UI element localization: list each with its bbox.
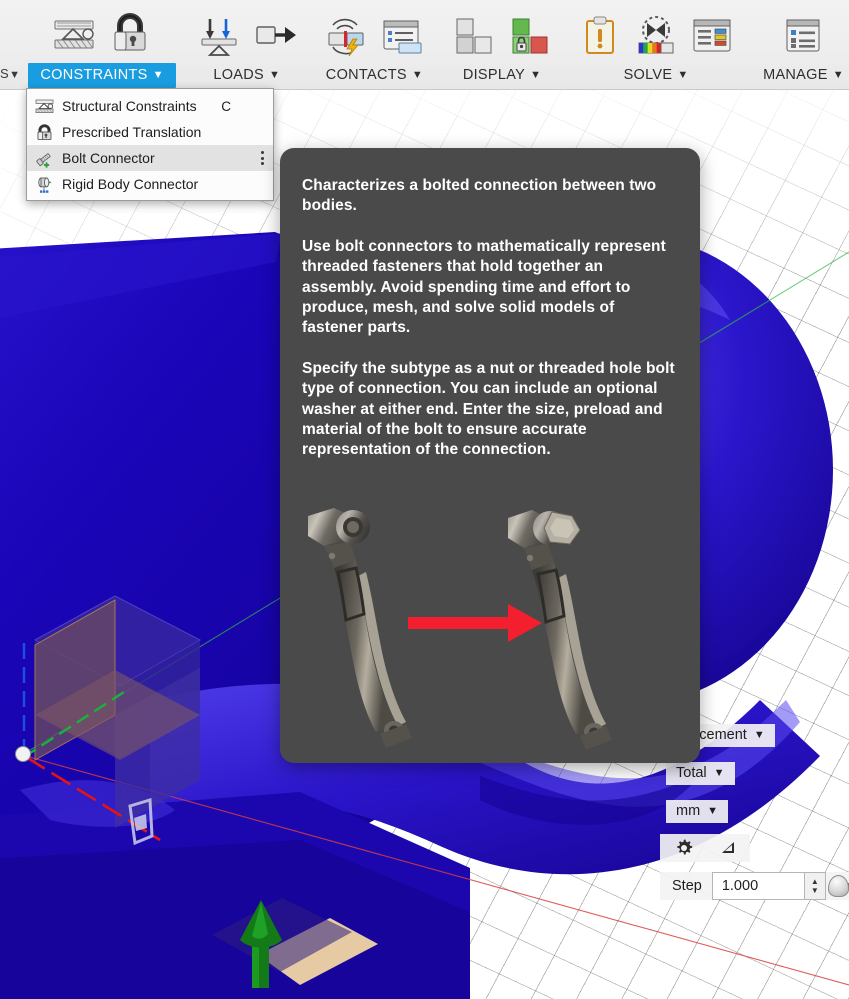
menu-item-label: Bolt Connector: [62, 150, 155, 166]
menu-item-label: Rigid Body Connector: [62, 176, 199, 192]
ribbon-group-contacts-icons: [319, 0, 429, 65]
result-component-label: Total: [676, 765, 707, 781]
legend-adjust-icon[interactable]: [720, 841, 736, 855]
ribbon-tab-constraints[interactable]: CONSTRAINTS ▼: [28, 63, 176, 88]
chevron-down-icon: ▼: [269, 68, 281, 81]
spinner-down-icon[interactable]: ▼: [811, 887, 819, 895]
chevron-down-icon: ▼: [832, 68, 844, 81]
ribbon-group-loads-icons: [192, 0, 302, 65]
ribbon-group-solve-icons: [573, 0, 739, 65]
menu-item-label: Structural Constraints: [62, 98, 197, 114]
solve-icon[interactable]: [633, 13, 679, 59]
manage-contacts-icon[interactable]: [379, 13, 425, 59]
ribbon-clipped-left-group[interactable]: S ▼: [0, 0, 20, 89]
chevron-down-icon: ▼: [9, 69, 21, 81]
remote-force-icon[interactable]: [252, 13, 298, 59]
ribbon-tab-manage[interactable]: MANAGE ▼: [755, 65, 849, 89]
solve-manage-icon[interactable]: [689, 13, 735, 59]
ribbon-tab-contacts[interactable]: CONTACTS ▼: [318, 65, 431, 89]
chevron-down-icon: ▼: [713, 766, 725, 779]
manage-studies-icon[interactable]: [780, 13, 826, 59]
ribbon-group-solve: SOLVE ▼: [565, 0, 747, 89]
ribbon-tab-solve-label: SOLVE: [623, 67, 673, 83]
ribbon-group-manage: MANAGE ▼: [747, 0, 849, 89]
bolt-connector-illustration: [308, 508, 612, 750]
transform-arrow-icon: [408, 604, 542, 642]
spinner-up-icon[interactable]: ▲: [811, 878, 819, 886]
prescribed-translation-icon: [37, 123, 52, 140]
plus-badge: [43, 161, 50, 168]
step-slider[interactable]: [826, 872, 849, 900]
chevron-down-icon: ▼: [753, 728, 765, 741]
ribbon-tab-loads[interactable]: LOADS ▼: [205, 65, 288, 89]
result-units-dropdown[interactable]: mm ▼: [666, 800, 729, 823]
body-lock-icon[interactable]: [507, 13, 553, 59]
chevron-down-icon: ▼: [411, 68, 424, 81]
bolt-connector-icon: [36, 152, 51, 168]
tooltip-paragraph-2: Use bolt connectors to mathematically re…: [302, 237, 666, 337]
ribbon-clipped-left-label: S: [0, 66, 10, 81]
pre-check-icon[interactable]: [577, 13, 623, 59]
ribbon-group-contacts: CONTACTS ▼: [310, 0, 439, 89]
tooltip-paragraph-3: Specify the subtype as a nut or threaded…: [302, 359, 675, 459]
menu-item-bolt-connector[interactable]: Bolt Connector: [27, 145, 273, 171]
ribbon-tab-contacts-label: CONTACTS: [325, 67, 407, 83]
chevron-down-icon: ▼: [707, 804, 719, 817]
chevron-down-icon: ▼: [677, 68, 689, 81]
automatic-contacts-icon[interactable]: [323, 13, 369, 59]
menu-item-structural-constraints[interactable]: Structural Constraints C: [27, 93, 273, 119]
ribbon-tab-display-label: DISPLAY: [462, 67, 526, 83]
step-value-input[interactable]: 1.000: [711, 872, 804, 900]
step-slider-track[interactable]: [827, 875, 849, 897]
menu-item-shortcut: C: [221, 98, 231, 114]
chevron-down-icon: ▼: [530, 68, 542, 81]
menu-item-label: Prescribed Translation: [62, 124, 202, 140]
result-units-label: mm: [676, 803, 701, 819]
result-component-dropdown[interactable]: Total ▼: [666, 762, 735, 785]
ribbon-tab-display[interactable]: DISPLAY ▼: [455, 65, 549, 89]
command-tooltip: Characterizes a bolted connection betwee…: [280, 148, 700, 763]
ribbon-tab-solve[interactable]: SOLVE ▼: [616, 65, 697, 89]
ribbon-group-constraints: CONSTRAINTS ▼: [20, 0, 183, 89]
menu-item-prescribed-translation[interactable]: Prescribed Translation: [27, 119, 273, 145]
ribbon-group-display: DISPLAY ▼: [439, 0, 565, 89]
constraints-dropdown-menu[interactable]: Structural Constraints C Prescribed Tran…: [26, 88, 274, 201]
application-window: S ▼ CONSTRAINTS ▼ LOADS ▼ CONTACTS ▼ DIS…: [0, 0, 849, 999]
ribbon-group-loads: LOADS ▼: [184, 0, 310, 89]
step-slider-knob[interactable]: [827, 875, 849, 897]
gear-icon[interactable]: [674, 838, 694, 858]
structural-constraints-icon: [35, 99, 54, 113]
step-label: Step: [672, 878, 702, 894]
structural-load-icon[interactable]: [196, 13, 242, 59]
origin-point[interactable]: [15, 746, 31, 762]
menu-item-rigid-body-connector[interactable]: Rigid Body Connector: [27, 171, 273, 197]
ribbon-toolbar: S ▼ CONSTRAINTS ▼ LOADS ▼ CONTACTS ▼ DIS…: [0, 0, 849, 90]
ribbon-group-manage-icons: [776, 0, 830, 65]
illustration-part-left: [308, 508, 412, 748]
ribbon-tab-loads-label: LOADS: [213, 67, 265, 83]
step-control: Step 1.000 ▲ ▼: [660, 872, 849, 900]
step-spinner[interactable]: ▲ ▼: [803, 872, 826, 900]
chevron-down-icon: ▼: [152, 68, 164, 81]
ribbon-tab-constraints-label: CONSTRAINTS: [40, 67, 148, 83]
structural-constraint-icon[interactable]: [51, 12, 97, 58]
ribbon-tab-manage-label: MANAGE: [763, 67, 828, 83]
show-hide-bodies-icon[interactable]: [451, 13, 497, 59]
rigid-body-connector-icon: [38, 177, 52, 193]
result-tools-bar: [660, 834, 750, 862]
tooltip-paragraph-1: Characterizes a bolted connection betwee…: [302, 177, 657, 215]
ribbon-group-constraints-icons: [47, 0, 157, 63]
menu-item-overflow-icon[interactable]: [261, 151, 264, 165]
ribbon-group-display-icons: [447, 0, 557, 65]
prescribed-translation-icon[interactable]: [107, 12, 153, 58]
